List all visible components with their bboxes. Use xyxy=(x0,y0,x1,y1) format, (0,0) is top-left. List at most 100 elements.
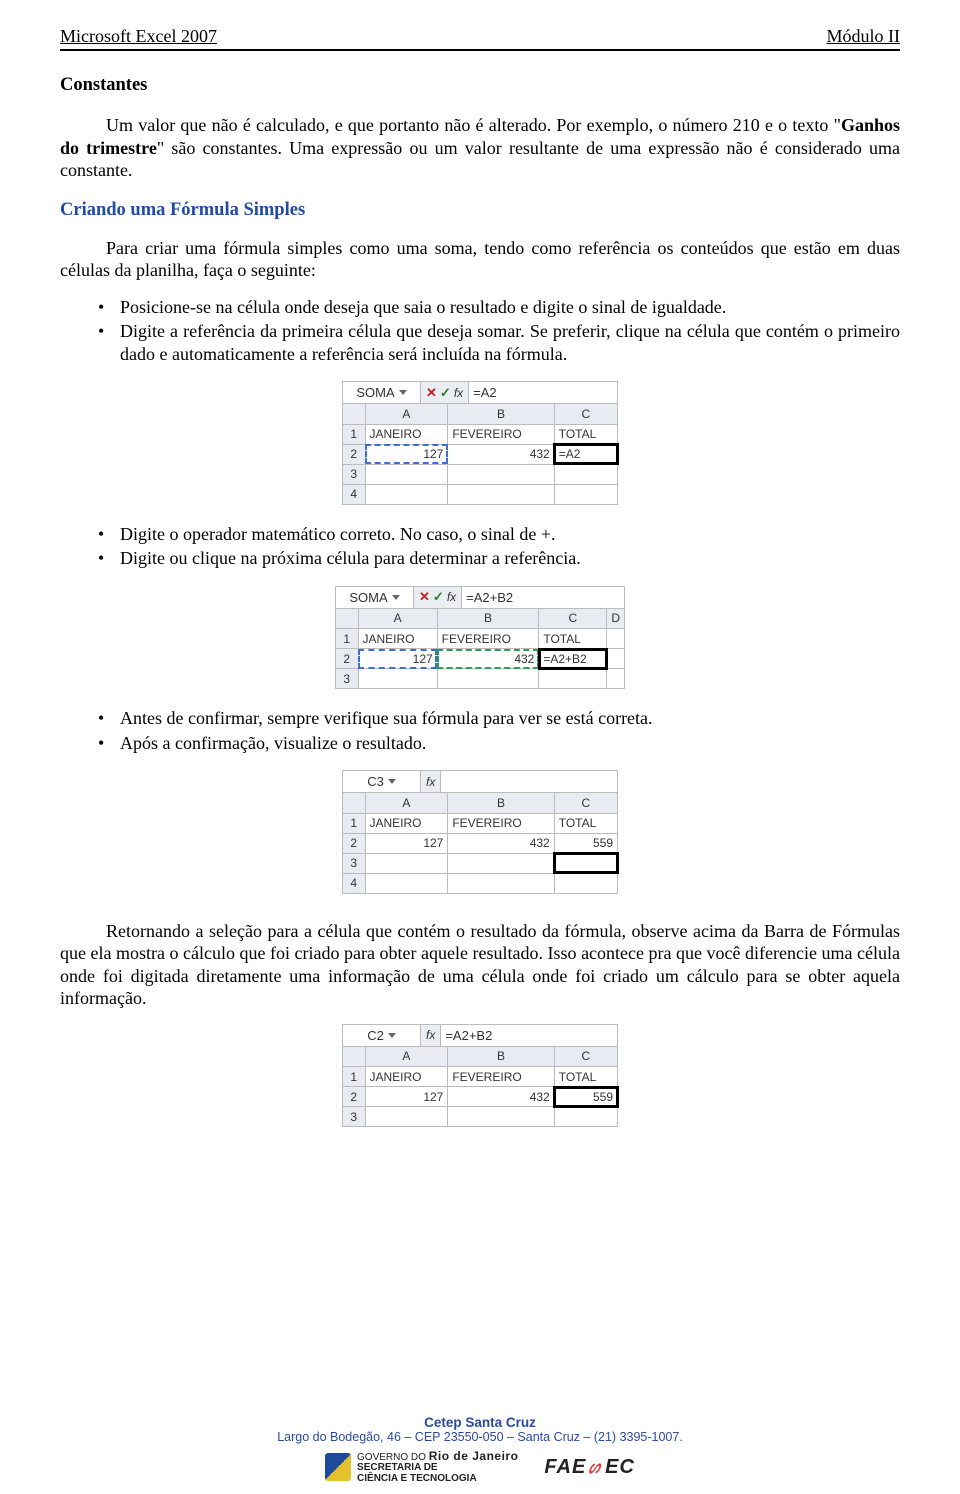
row-header: 1 xyxy=(336,629,358,649)
row-header: 1 xyxy=(343,424,365,444)
row-header: 3 xyxy=(343,464,365,484)
cell: JANEIRO xyxy=(365,424,448,444)
cell xyxy=(554,873,617,893)
spreadsheet-grid: A B C 1 JANEIRO FEVEREIRO TOTAL 2 127 43… xyxy=(343,793,618,894)
dropdown-arrow-icon xyxy=(388,779,396,784)
header-left: Microsoft Excel 2007 xyxy=(60,26,217,47)
row-header: 1 xyxy=(343,1067,365,1087)
bullet-list-2: Digite o operador matemático correto. No… xyxy=(60,523,900,570)
list-item: Antes de confirmar, sempre verifique sua… xyxy=(98,707,900,730)
cell xyxy=(448,873,554,893)
fx-icon: fx xyxy=(426,1028,435,1042)
section2-paragraph-2: Retornando a seleção para a célula que c… xyxy=(60,920,900,1010)
formula-buttons: fx xyxy=(421,771,441,792)
section-title-constantes: Constantes xyxy=(60,75,900,96)
row-header: 3 xyxy=(336,669,358,689)
cell: FEVEREIRO xyxy=(448,424,554,444)
dropdown-arrow-icon xyxy=(399,390,407,395)
cell: TOTAL xyxy=(554,424,617,444)
list-item: Após a confirmação, visualize o resultad… xyxy=(98,732,900,755)
cell: 127 xyxy=(358,649,437,669)
list-item: Digite ou clique na próxima célula para … xyxy=(98,547,900,570)
col-header: A xyxy=(365,1047,448,1067)
cell xyxy=(607,669,625,689)
cell: 127 xyxy=(365,444,448,464)
logo-faetec: FAEᔕEC xyxy=(544,1454,635,1479)
cell xyxy=(607,629,625,649)
formula-content: =A2 xyxy=(469,382,617,403)
formula-buttons: fx xyxy=(421,1025,441,1046)
name-box: C2 xyxy=(343,1025,421,1046)
dropdown-arrow-icon xyxy=(392,595,400,600)
col-header: B xyxy=(448,1047,554,1067)
section-title-formula-simples: Criando uma Fórmula Simples xyxy=(60,200,900,221)
formula-bar: C3 fx xyxy=(343,771,618,793)
corner-cell xyxy=(343,404,365,424)
cell: FEVEREIRO xyxy=(448,813,554,833)
corner-cell xyxy=(336,609,358,629)
enter-icon: ✓ xyxy=(440,385,451,401)
formula-content: =A2+B2 xyxy=(441,1025,617,1046)
cell xyxy=(437,669,539,689)
cell: TOTAL xyxy=(554,1067,617,1087)
col-header: A xyxy=(358,609,437,629)
cell xyxy=(365,1107,448,1127)
row-header: 2 xyxy=(343,833,365,853)
cell xyxy=(365,873,448,893)
cell xyxy=(554,464,617,484)
footer-title: Cetep Santa Cruz xyxy=(0,1415,960,1430)
cell xyxy=(448,484,554,504)
cell: TOTAL xyxy=(554,813,617,833)
excel-figure-2: SOMA ✕ ✓ fx =A2+B2 A B C D 1 xyxy=(335,586,625,690)
formula-content: =A2+B2 xyxy=(462,587,624,608)
col-header: C xyxy=(554,793,617,813)
page-footer: Cetep Santa Cruz Largo do Bodegão, 46 – … xyxy=(0,1415,960,1485)
cell: FEVEREIRO xyxy=(448,1067,554,1087)
cell: 127 xyxy=(365,833,448,853)
cell: =A2 xyxy=(554,444,617,464)
row-header: 4 xyxy=(343,873,365,893)
name-box: SOMA xyxy=(343,382,421,403)
col-header: D xyxy=(607,609,625,629)
cell: JANEIRO xyxy=(365,1067,448,1087)
formula-content xyxy=(441,771,617,792)
spreadsheet-grid: A B C D 1 JANEIRO FEVEREIRO TOTAL 2 127 … xyxy=(336,609,625,690)
row-header: 3 xyxy=(343,1107,365,1127)
cell: 432 xyxy=(437,649,539,669)
formula-bar: SOMA ✕ ✓ fx =A2 xyxy=(343,382,618,404)
row-header: 3 xyxy=(343,853,365,873)
cell xyxy=(365,853,448,873)
section2-intro: Para criar uma fórmula simples como uma … xyxy=(60,237,900,282)
logo-rio-de-janeiro: GOVERNO DO Rio de Janeiro SECRETARIA DE … xyxy=(325,1450,518,1485)
page-header: Microsoft Excel 2007 Módulo II xyxy=(60,26,900,51)
footer-address: Largo do Bodegão, 46 – CEP 23550-050 – S… xyxy=(0,1430,960,1444)
header-right: Módulo II xyxy=(827,26,901,47)
fx-icon: fx xyxy=(426,775,435,789)
row-header: 2 xyxy=(343,1087,365,1107)
col-header: A xyxy=(365,793,448,813)
cell xyxy=(365,464,448,484)
cell: 432 xyxy=(448,444,554,464)
excel-figure-3: C3 fx A B C 1 JANEIRO FEVEREIRO xyxy=(342,770,618,894)
name-box: C3 xyxy=(343,771,421,792)
cell: =A2+B2 xyxy=(539,649,607,669)
spreadsheet-grid: A B C 1 JANEIRO FEVEREIRO TOTAL 2 127 43… xyxy=(343,1047,618,1128)
crest-icon xyxy=(325,1453,351,1481)
list-item: Posicione-se na célula onde deseja que s… xyxy=(98,296,900,319)
cell xyxy=(365,484,448,504)
spreadsheet-grid: A B C 1 JANEIRO FEVEREIRO TOTAL 2 127 43… xyxy=(343,404,618,505)
cell: 127 xyxy=(365,1087,448,1107)
cell: 432 xyxy=(448,1087,554,1107)
corner-cell xyxy=(343,1047,365,1067)
bullet-list-3: Antes de confirmar, sempre verifique sua… xyxy=(60,707,900,754)
cell xyxy=(554,853,617,873)
corner-cell xyxy=(343,793,365,813)
cell xyxy=(448,464,554,484)
cell xyxy=(448,853,554,873)
enter-icon: ✓ xyxy=(433,589,444,605)
list-item: Digite o operador matemático correto. No… xyxy=(98,523,900,546)
cell: 559 xyxy=(554,1087,617,1107)
cancel-icon: ✕ xyxy=(426,385,437,401)
row-header: 2 xyxy=(343,444,365,464)
cancel-icon: ✕ xyxy=(419,589,430,605)
